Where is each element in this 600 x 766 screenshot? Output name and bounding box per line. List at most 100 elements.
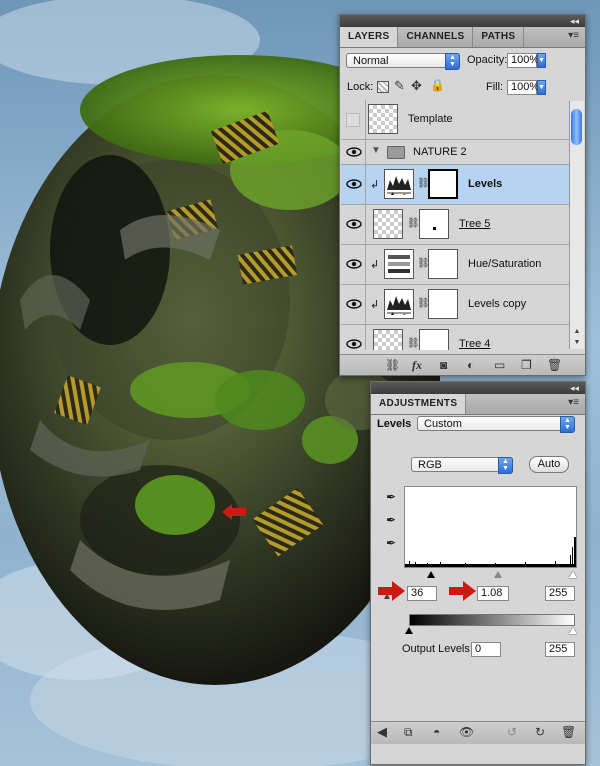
previous-state-icon[interactable]: ↺	[507, 725, 517, 739]
layer-name[interactable]: Levels copy	[468, 298, 526, 310]
new-layer-icon[interactable]: ❐	[521, 358, 532, 372]
auto-button[interactable]: Auto	[529, 456, 569, 473]
layer-thumbnail	[373, 329, 403, 350]
new-group-folder-icon[interactable]: ▭	[494, 358, 505, 372]
visibility-toggle[interactable]	[341, 165, 366, 204]
preset-select[interactable]: Custom ▲ ▼	[417, 416, 575, 433]
channel-select[interactable]: RGB ▲ ▼	[411, 457, 513, 474]
panel-header-strip[interactable]: ◂◂	[371, 382, 585, 394]
link-chain-icon[interactable]: ⛓	[417, 258, 430, 270]
adjustment-layer-icon[interactable]: ◐	[467, 358, 474, 372]
layer-name[interactable]: Hue/Saturation	[468, 258, 541, 270]
visibility-toggle[interactable]	[341, 205, 366, 244]
adjustment-name: Levels	[377, 418, 412, 430]
blend-mode-value: Normal	[353, 55, 389, 67]
layer-row-template[interactable]: Template	[341, 100, 570, 140]
layer-mask-thumbnail[interactable]	[428, 289, 458, 319]
opacity-field[interactable]: 100%	[507, 53, 539, 68]
scrollbar-thumb[interactable]	[571, 109, 582, 145]
layer-style-fx-icon[interactable]: fx	[412, 358, 422, 372]
hidden-eye-slot	[346, 113, 360, 127]
input-black-slider[interactable]	[427, 571, 435, 578]
visibility-toggle[interactable]	[341, 245, 366, 284]
layer-row-tree-4[interactable]: ⛓ Tree 4	[341, 325, 570, 350]
eye-icon	[346, 147, 362, 157]
expand-view-icon[interactable]: ⧉	[404, 725, 413, 739]
white-point-eyedropper-icon[interactable]: ✒	[386, 536, 400, 550]
link-chain-icon[interactable]: ⛓	[407, 338, 420, 350]
eye-icon	[346, 219, 362, 229]
scroll-down-arrow-icon[interactable]: ▼	[571, 339, 583, 346]
gray-point-eyedropper-icon[interactable]: ✒	[386, 513, 400, 527]
lock-transparent-icon[interactable]	[377, 81, 389, 93]
input-white-slider[interactable]	[569, 571, 577, 578]
reset-icon[interactable]: ↻	[535, 725, 545, 739]
layer-row-levels-copy[interactable]: ↲ ⛓ Levels copy	[341, 285, 570, 325]
layer-row-hue-saturation[interactable]: ↲ ⛓ Hue/Saturation	[341, 245, 570, 285]
visibility-toggle[interactable]	[341, 140, 366, 164]
layer-row-tree-5[interactable]: ⛓ Tree 5	[341, 205, 570, 245]
panel-header-strip[interactable]: ◂◂	[340, 15, 585, 27]
adjustments-tabbar: ADJUSTMENTS ▾≡	[371, 394, 585, 415]
tab-layers[interactable]: LAYERS	[340, 27, 399, 47]
input-white-field[interactable]: 255	[545, 586, 575, 601]
lock-position-move-icon[interactable]: ✥	[411, 78, 422, 94]
eye-icon	[346, 259, 362, 269]
blend-mode-select[interactable]: Normal ▲ ▼	[346, 53, 460, 70]
visibility-toggle[interactable]	[341, 325, 366, 350]
input-black-field[interactable]: 36	[407, 586, 437, 601]
tab-channels[interactable]: CHANNELS	[398, 27, 474, 47]
group-expand-triangle-icon[interactable]: ▼	[371, 145, 381, 156]
output-black-field[interactable]: 0	[471, 642, 501, 657]
input-gamma-slider[interactable]	[494, 571, 502, 578]
layer-mask-thumbnail[interactable]	[419, 329, 449, 350]
fill-dropdown-icon[interactable]: ▼	[537, 80, 546, 95]
input-gamma-field[interactable]: 1.08	[477, 586, 509, 601]
lock-all-icon[interactable]: 🔒	[430, 78, 445, 92]
layer-row-group-nature-2[interactable]: ▼ NATURE 2	[341, 140, 570, 165]
layer-mask-thumbnail[interactable]	[428, 249, 458, 279]
visibility-toggle[interactable]	[341, 100, 366, 139]
link-layers-icon[interactable]: ⛓	[385, 358, 400, 372]
delete-adjustment-trash-icon[interactable]: 🗑	[561, 725, 576, 739]
tab-adjustments[interactable]: ADJUSTMENTS	[371, 394, 467, 414]
layer-name[interactable]: Levels	[468, 178, 502, 190]
hue-saturation-icon	[388, 255, 410, 273]
layer-row-levels-selected[interactable]: ↲ ⛓ Levels	[341, 165, 570, 205]
link-chain-icon[interactable]: ⛓	[417, 298, 430, 310]
back-arrow-icon[interactable]: ◀	[377, 725, 387, 739]
output-white-field[interactable]: 255	[545, 642, 575, 657]
layer-mask-thumbnail[interactable]	[419, 209, 449, 239]
histogram-icon	[387, 176, 411, 195]
layer-name[interactable]: Tree 4	[459, 338, 490, 350]
visibility-toggle[interactable]	[341, 285, 366, 324]
layer-thumbnail	[368, 104, 398, 134]
delete-layer-trash-icon[interactable]: 🗑	[547, 358, 562, 372]
layers-panel: ◂◂ LAYERS CHANNELS PATHS ▾≡ Normal ▲ ▼ Op…	[339, 14, 586, 376]
add-mask-icon[interactable]: ◙	[440, 358, 447, 372]
lock-image-brush-icon[interactable]: ✎	[394, 78, 405, 94]
scroll-up-arrow-icon[interactable]: ▲	[571, 328, 583, 335]
layer-thumbnail	[373, 209, 403, 239]
link-chain-icon[interactable]: ⛓	[407, 218, 420, 230]
panel-menu-icon[interactable]: ▾≡	[568, 30, 579, 41]
collapse-arrows-icon[interactable]: ◂◂	[570, 15, 579, 27]
visibility-eye-icon[interactable]: 👁	[459, 725, 474, 739]
black-point-eyedropper-icon[interactable]: ✒	[386, 490, 400, 504]
group-name[interactable]: NATURE 2	[413, 146, 467, 158]
fill-field[interactable]: 100%	[507, 80, 539, 95]
output-black-slider[interactable]	[405, 627, 413, 634]
layers-tabbar: LAYERS CHANNELS PATHS ▾≡	[340, 27, 585, 48]
clip-to-layer-icon[interactable]: ◓	[433, 725, 440, 739]
layers-scrollbar[interactable]: ▲ ▼	[569, 101, 584, 349]
layer-mask-thumbnail[interactable]	[428, 169, 458, 199]
link-chain-icon[interactable]: ⛓	[417, 178, 430, 190]
tab-paths[interactable]: PATHS	[473, 27, 525, 47]
panel-menu-icon[interactable]: ▾≡	[568, 397, 579, 408]
layer-name[interactable]: Template	[408, 113, 453, 125]
fill-label: Fill:	[486, 81, 504, 93]
opacity-dropdown-icon[interactable]: ▼	[537, 53, 546, 68]
layer-name[interactable]: Tree 5	[459, 218, 490, 230]
collapse-arrows-icon[interactable]: ◂◂	[570, 382, 579, 394]
output-white-slider[interactable]	[569, 627, 577, 634]
